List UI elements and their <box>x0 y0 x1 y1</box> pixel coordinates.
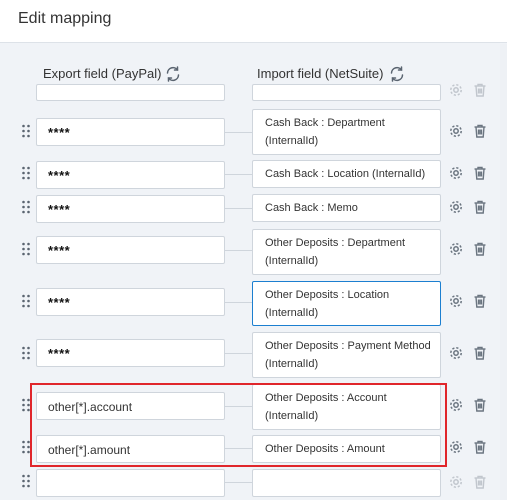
drag-handle-icon[interactable] <box>21 241 31 257</box>
highlight-box <box>30 383 447 467</box>
drag-handle-icon[interactable] <box>21 199 31 215</box>
mapping-connector <box>225 250 252 251</box>
delete-trash-icon[interactable] <box>472 345 488 361</box>
dialog-title: Edit mapping <box>18 10 112 27</box>
drag-handle-icon[interactable] <box>21 345 31 361</box>
settings-gear-icon[interactable] <box>448 345 464 361</box>
export-field-input[interactable]: **** <box>36 288 225 316</box>
import-field-input[interactable]: Other Deposits : Location (InternalId) <box>252 281 441 326</box>
drag-handle-icon[interactable] <box>21 473 31 489</box>
settings-gear-icon[interactable] <box>448 439 464 455</box>
export-field-input[interactable] <box>36 84 225 101</box>
import-field-input[interactable] <box>252 84 441 101</box>
mapping-connector <box>225 132 252 133</box>
delete-trash-icon[interactable] <box>472 165 488 181</box>
import-field-input[interactable]: Cash Back : Memo <box>252 194 441 222</box>
delete-trash-icon[interactable] <box>472 82 488 98</box>
delete-trash-icon[interactable] <box>472 439 488 455</box>
scrollbar[interactable] <box>500 44 507 500</box>
delete-trash-icon[interactable] <box>472 474 488 490</box>
export-field-input[interactable] <box>36 469 225 497</box>
settings-gear-icon[interactable] <box>448 82 464 98</box>
drag-handle-icon[interactable] <box>21 293 31 309</box>
mapping-connector <box>225 208 252 209</box>
import-field-input[interactable]: Other Deposits : Payment Method (Interna… <box>252 332 441 378</box>
mapping-connector <box>225 302 252 303</box>
import-field-input[interactable]: Other Deposits : Department (InternalId) <box>252 229 441 275</box>
delete-trash-icon[interactable] <box>472 123 488 139</box>
export-field-input[interactable]: **** <box>36 118 225 146</box>
delete-trash-icon[interactable] <box>472 199 488 215</box>
export-field-input[interactable]: **** <box>36 195 225 223</box>
delete-trash-icon[interactable] <box>472 241 488 257</box>
import-field-input[interactable]: Cash Back : Location (InternalId) <box>252 160 441 188</box>
export-field-input[interactable]: **** <box>36 236 225 264</box>
settings-gear-icon[interactable] <box>448 474 464 490</box>
import-column-header: Import field (NetSuite) <box>257 66 384 81</box>
dialog-header: Edit mapping <box>0 0 507 43</box>
export-column-header: Export field (PayPal) <box>43 66 162 81</box>
import-field-input[interactable]: Cash Back : Department (InternalId) <box>252 109 441 155</box>
settings-gear-icon[interactable] <box>448 241 464 257</box>
drag-handle-icon[interactable] <box>21 165 31 181</box>
export-field-input[interactable]: **** <box>36 161 225 189</box>
delete-trash-icon[interactable] <box>472 293 488 309</box>
settings-gear-icon[interactable] <box>448 293 464 309</box>
settings-gear-icon[interactable] <box>448 397 464 413</box>
refresh-export-icon[interactable] <box>164 65 182 83</box>
refresh-import-icon[interactable] <box>388 65 406 83</box>
drag-handle-icon[interactable] <box>21 123 31 139</box>
import-field-input[interactable] <box>252 469 441 497</box>
settings-gear-icon[interactable] <box>448 123 464 139</box>
delete-trash-icon[interactable] <box>472 397 488 413</box>
mapping-connector <box>225 482 252 483</box>
settings-gear-icon[interactable] <box>448 199 464 215</box>
mapping-connector <box>225 353 252 354</box>
export-field-input[interactable]: **** <box>36 339 225 367</box>
mapping-connector <box>225 174 252 175</box>
settings-gear-icon[interactable] <box>448 165 464 181</box>
